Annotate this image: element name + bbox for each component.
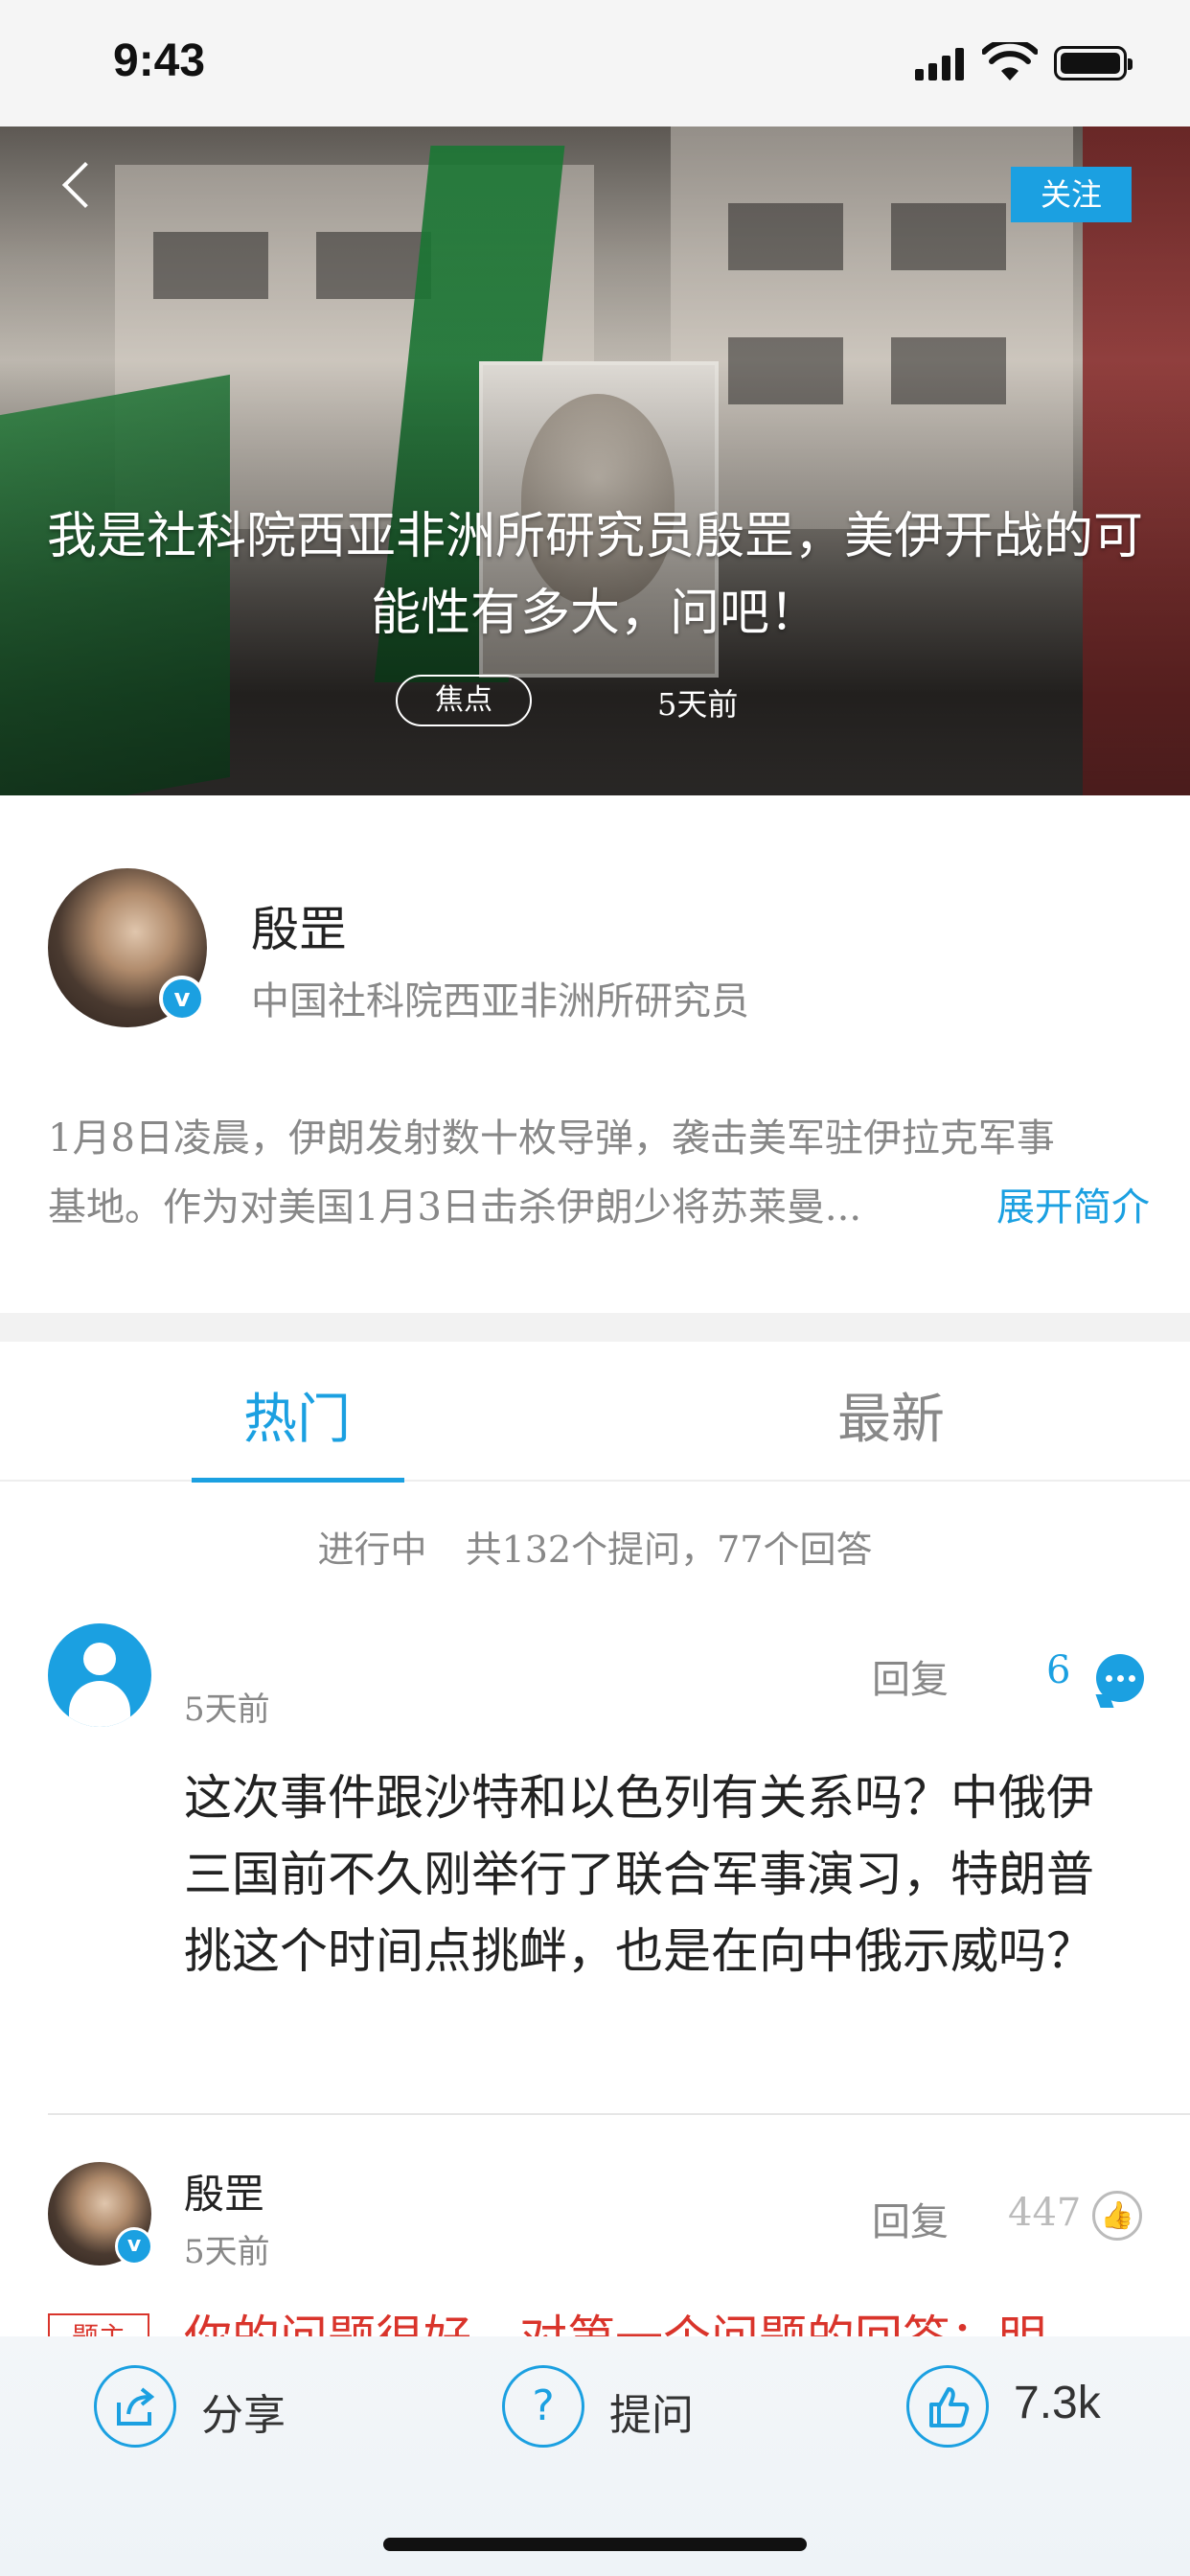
page-title: 我是社科院西亚非洲所研究员殷罡，美伊开战的可能性有多大，问吧！ [46, 508, 1143, 642]
tab-hot[interactable]: 热门 [243, 1376, 351, 1454]
battery-icon [1054, 46, 1133, 80]
qa-status: 进行中 [317, 1529, 427, 1571]
asker-avatar-icon[interactable] [48, 1623, 151, 1727]
author-name[interactable]: 殷罡 [251, 891, 347, 960]
answer-reply-button[interactable]: 回复 [872, 2191, 949, 2246]
thumbs-up-icon[interactable]: 👍 [1092, 2191, 1142, 2241]
question-mark-icon[interactable]: ? [502, 2365, 584, 2448]
wifi-icon [982, 42, 1038, 80]
question-text[interactable]: 这次事件跟沙特和以色列有关系吗？中俄伊三国前不久刚举行了联合军事演习，特朗普挑这… [184, 1760, 1123, 1990]
share-icon[interactable] [94, 2365, 176, 2448]
tab-bar: 热门 最新 [0, 1342, 1190, 1483]
back-button[interactable] [48, 153, 125, 230]
answer-like-count: 447 [1008, 2191, 1082, 2235]
section-divider [0, 1313, 1190, 1342]
answer-timestamp: 5天前 [184, 2233, 270, 2271]
qa-summary: 共132个提问，77个回答 [465, 1529, 873, 1571]
answerer-verified-badge: v [115, 2227, 153, 2266]
question-reply-count: 6 [1046, 1648, 1071, 1692]
share-label[interactable]: 分享 [201, 2380, 286, 2442]
status-time: 9:43 [113, 35, 206, 86]
qa-stats: 进行中 共132个提问，77个回答 [0, 1520, 1190, 1573]
verified-badge: v [159, 976, 205, 1022]
ask-label[interactable]: 提问 [609, 2380, 694, 2442]
comment-bubble-icon[interactable] [1096, 1654, 1144, 1702]
like-count[interactable]: 7.3k [1014, 2377, 1101, 2429]
intro-line-1: 1月8日凌晨，伊朗发射数十枚导弹，袭击美军驻伊拉克军事 [48, 1116, 1055, 1161]
like-icon[interactable] [906, 2365, 989, 2448]
home-indicator[interactable] [383, 2538, 807, 2551]
signal-icon [915, 48, 967, 80]
hero-banner [0, 126, 1190, 795]
item-divider [48, 2113, 1190, 2115]
status-bar: 9:43 [0, 0, 1190, 126]
author-title: 中国社科院西亚非洲所研究员 [251, 979, 749, 1024]
intro-text: 1月8日凌晨，伊朗发射数十枚导弹，袭击美军驻伊拉克军事 基地。作为对美国1月3日… [48, 1104, 1150, 1242]
expand-intro-link[interactable]: 展开简介 [977, 1173, 1150, 1242]
question-timestamp: 5天前 [184, 1690, 270, 1729]
focus-tag[interactable]: 焦点 [396, 675, 532, 726]
intro-line-2: 基地。作为对美国1月3日击杀伊朗少将苏莱曼... [48, 1185, 862, 1230]
answerer-name[interactable]: 殷罡 [184, 2162, 264, 2220]
question-reply-button[interactable]: 回复 [872, 1648, 949, 1704]
follow-button[interactable]: 关注 [1011, 167, 1132, 222]
tab-active-indicator [192, 1478, 404, 1483]
hero-timestamp: 5天前 [657, 686, 739, 723]
tab-new[interactable]: 最新 [837, 1376, 945, 1454]
